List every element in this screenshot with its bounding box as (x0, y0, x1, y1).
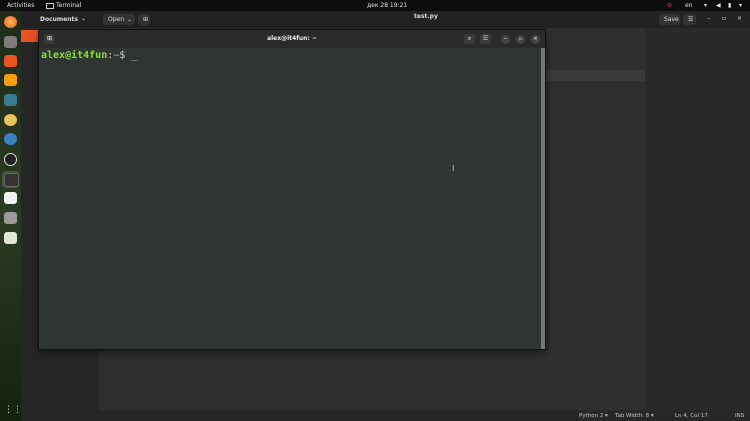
dock: ⋮⋮ (0, 11, 22, 421)
search-button[interactable]: ⌕ (464, 34, 475, 44)
sublime-icon[interactable] (4, 74, 17, 86)
terminal-app-menu[interactable]: Terminal (46, 2, 81, 9)
maximize-button[interactable]: ▫ (516, 35, 525, 44)
close-icon: × (533, 36, 538, 42)
language-selector[interactable]: Python 2 ▾ (579, 413, 608, 419)
open-label: Open (108, 16, 125, 23)
ubuntu-software-icon[interactable] (4, 55, 17, 67)
maximize-icon[interactable]: ▫ (722, 15, 726, 22)
tab-width-selector[interactable]: Tab Width: 8 ▾ (615, 413, 654, 419)
show-apps-icon[interactable]: ⋮⋮ (4, 404, 22, 416)
terminal-icon[interactable] (4, 173, 19, 187)
minimap[interactable] (645, 28, 750, 421)
maximize-icon: ▫ (518, 36, 523, 42)
terminal-titlebar[interactable]: ⊞ alex@it4fun: ~ ⌕ ☰ – ▫ × (39, 30, 545, 48)
save-label: Save (664, 16, 679, 23)
language-indicator[interactable]: en (685, 2, 693, 9)
prompt-symbol: $ _ (119, 50, 138, 61)
clock-icon[interactable] (4, 153, 17, 166)
editor-header: Documents ⌄ Open ⌄ ⊞ test.py Save ☰ – ▫ … (21, 11, 750, 28)
mouse-ibeam-cursor-icon: I (452, 164, 455, 173)
sidebar-dropdown-icon[interactable]: ⌄ (81, 15, 86, 22)
terminal-small-icon (46, 2, 54, 9)
cursor-position: Ln 4, Col 17 (675, 413, 708, 419)
hamburger-icon: ☰ (688, 16, 694, 23)
alert-icon[interactable]: ⊘ (667, 2, 672, 9)
firefox-icon[interactable] (4, 16, 17, 28)
text-editor-icon[interactable] (4, 192, 17, 204)
volume-icon[interactable]: ◀ (716, 2, 721, 9)
minimize-icon[interactable]: – (707, 15, 710, 22)
minimize-icon: – (504, 36, 507, 42)
image-viewer-icon[interactable] (4, 94, 17, 106)
new-tab-button[interactable]: ⊞ (138, 14, 150, 25)
wifi-icon[interactable]: ▾ (704, 2, 707, 9)
clock[interactable]: дек 28 19:21 (367, 2, 407, 9)
sidebar-title[interactable]: Documents (40, 16, 78, 23)
new-document-icon: ⊞ (143, 16, 149, 23)
prompt-user: alex@it4fun (41, 50, 108, 61)
shell-prompt: alex@it4fun:~$ _ (41, 50, 137, 61)
recycle-icon[interactable] (4, 232, 17, 244)
terminal-window[interactable]: ⊞ alex@it4fun: ~ ⌕ ☰ – ▫ × alex@it4fun:~… (39, 30, 545, 349)
activities-button[interactable]: Activities (7, 2, 34, 9)
status-bar: Python 2 ▾ Tab Width: 8 ▾ Ln 4, Col 17 I… (21, 410, 750, 421)
close-icon[interactable]: × (737, 15, 742, 22)
app-name-label: Terminal (56, 2, 82, 9)
close-button[interactable]: × (531, 35, 540, 44)
top-bar: Activities Terminal дек 28 19:21 ⊘ en ▾ … (0, 0, 750, 11)
editor-menu-button[interactable]: ☰ (683, 14, 696, 25)
hamburger-icon: ☰ (482, 35, 489, 42)
insert-mode: INS (735, 413, 745, 419)
terminal-menu-button[interactable]: ☰ (480, 34, 491, 44)
terminal-scrollbar[interactable] (541, 48, 545, 349)
file-title: test.py (414, 13, 438, 20)
power-menu-icon[interactable]: ▾ (739, 2, 742, 9)
disk-icon[interactable] (4, 212, 17, 224)
minimize-button[interactable]: – (501, 35, 510, 44)
thunderbird-icon[interactable] (4, 133, 17, 145)
save-button[interactable]: Save (659, 14, 680, 25)
files-icon[interactable] (4, 36, 17, 48)
gimp-icon[interactable] (4, 114, 17, 126)
open-button[interactable]: Open ⌄ (103, 14, 135, 25)
document-tab-indicator[interactable] (21, 30, 40, 42)
chevron-down-icon: ⌄ (127, 16, 133, 23)
search-icon: ⌕ (467, 35, 472, 42)
battery-icon[interactable]: ▮ (728, 2, 731, 9)
terminal-output[interactable]: alex@it4fun:~$ _ (39, 48, 541, 349)
